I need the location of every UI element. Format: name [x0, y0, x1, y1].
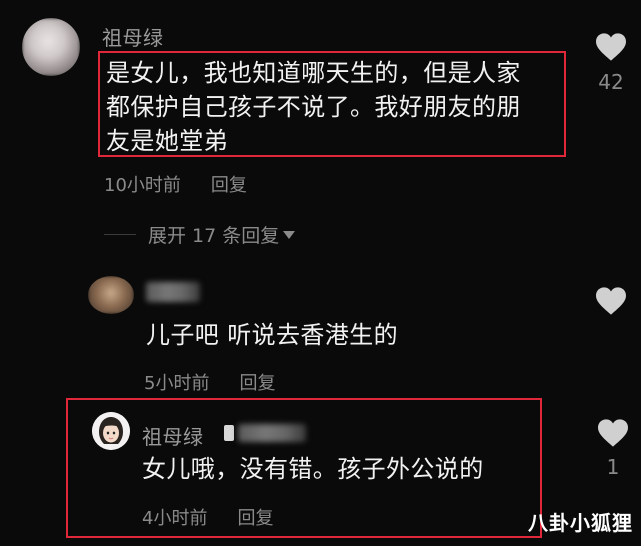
comment-text-line-3: 友是她堂弟 — [106, 127, 228, 155]
reply-meta: 4小时前 回复 — [142, 504, 273, 530]
comment-reply-button[interactable]: 回复 — [211, 175, 247, 196]
comment-text-line-2: 都保护自己孩子不说了。我好朋友的朋 — [106, 93, 521, 121]
comment-time: 10小时前 — [104, 175, 181, 196]
heart-icon[interactable] — [594, 286, 628, 316]
reply-reply-button[interactable]: 回复 — [239, 373, 275, 394]
like-count: 42 — [598, 70, 624, 94]
reply-avatar-image — [88, 276, 134, 314]
reply-text: 儿子吧 听说去香港生的 — [146, 321, 399, 349]
reply-avatar[interactable] — [88, 276, 134, 314]
comment-username[interactable]: 祖母绿 — [102, 22, 164, 51]
avatar-image — [22, 18, 80, 76]
comment-meta: 10小时前 回复 — [104, 171, 247, 197]
reply-meta: 5小时前 回复 — [144, 369, 275, 395]
expand-replies-label: 展开 17 条回复 — [148, 225, 280, 247]
expand-replies-button[interactable]: 展开 17 条回复 — [148, 221, 296, 248]
heart-icon[interactable] — [596, 418, 630, 448]
watermark: 八卦小狐狸 — [528, 511, 633, 535]
triangle-down-icon — [283, 230, 296, 239]
reply-avatar[interactable] — [92, 412, 130, 450]
reply-time: 4小时前 — [142, 508, 208, 529]
reply-to-username-blurred — [238, 424, 306, 442]
reply-username-blurred — [146, 282, 200, 302]
comment-text-line-1: 是女儿，我也知道哪天生的，但是人家 — [106, 59, 521, 87]
heart-icon[interactable] — [594, 32, 628, 62]
author-badge-icon — [224, 425, 234, 441]
reply-time: 5小时前 — [144, 373, 210, 394]
reply-reply-button[interactable]: 回复 — [237, 508, 273, 529]
divider — [104, 234, 136, 235]
like-count: 1 — [606, 455, 620, 479]
reply-text: 女儿哦，没有错。孩子外公说的 — [142, 455, 484, 483]
avatar-image — [92, 412, 130, 450]
reply-username[interactable]: 祖母绿 — [142, 421, 204, 450]
avatar[interactable] — [22, 18, 80, 76]
